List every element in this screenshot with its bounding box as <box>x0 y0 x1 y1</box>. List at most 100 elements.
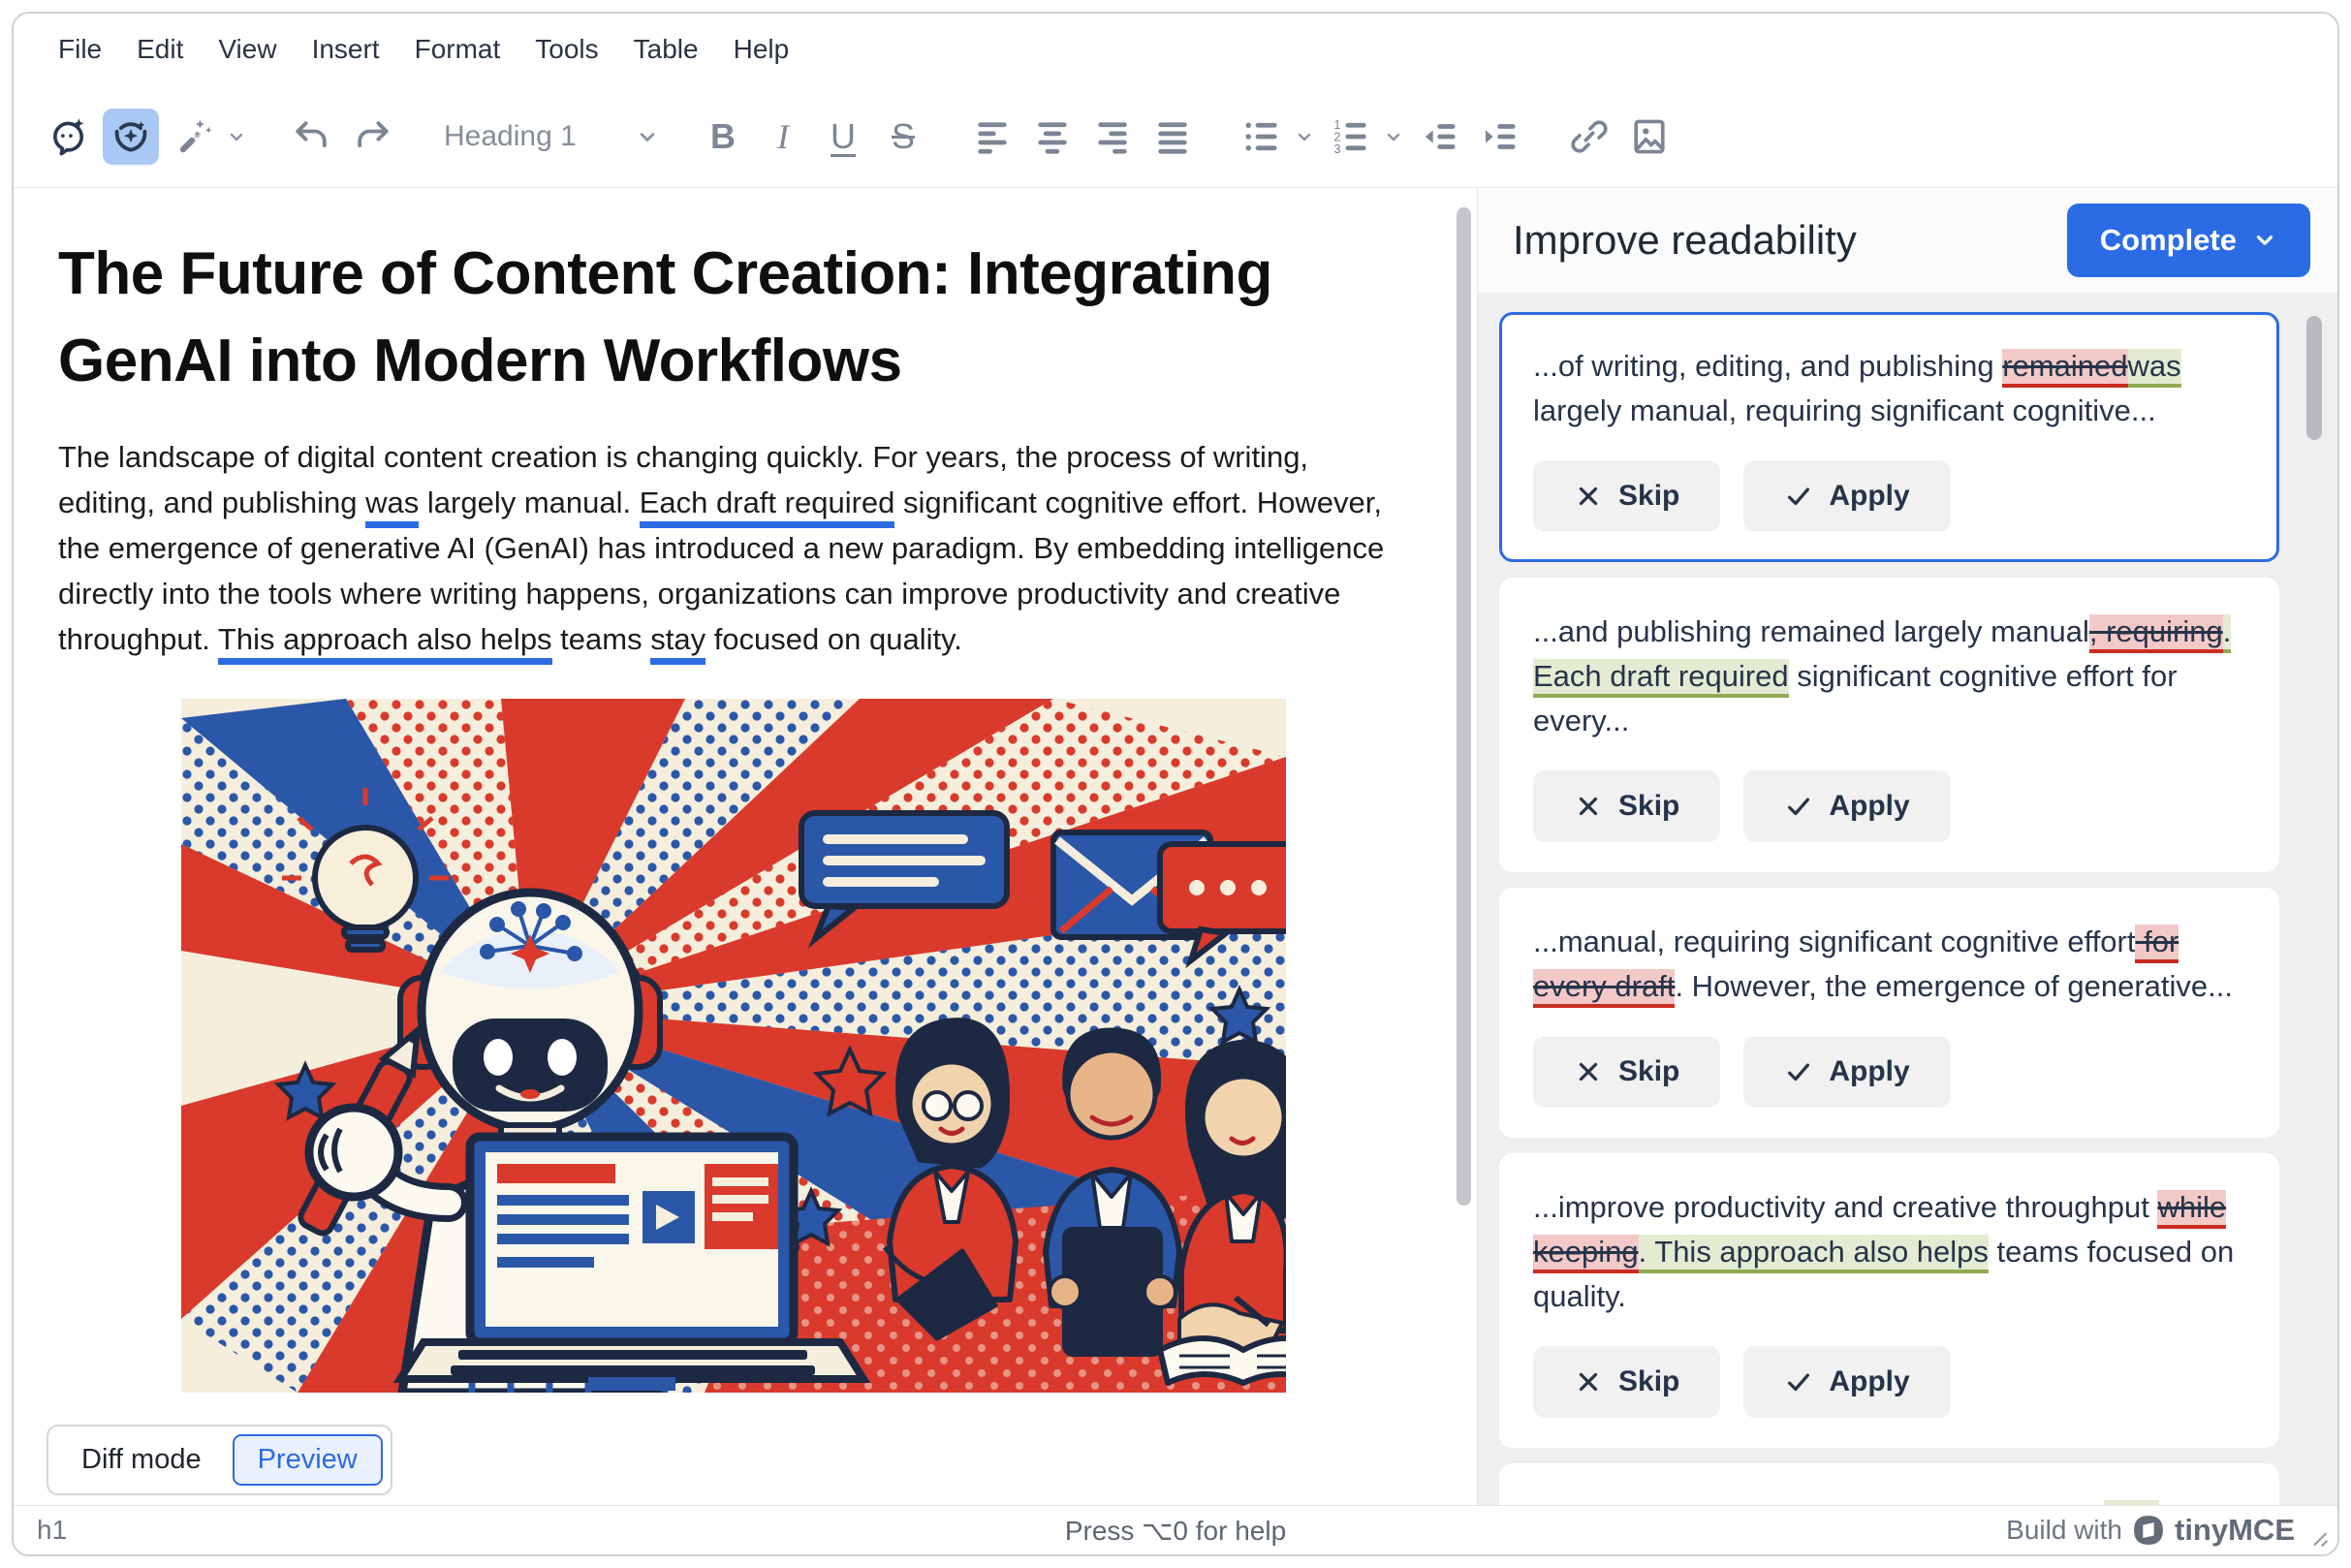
marked-text: Each draft required <box>640 486 895 528</box>
x-icon <box>1574 1057 1603 1086</box>
style-dropdown-value: Heading 1 <box>444 120 577 153</box>
tinymce-logo-icon <box>2132 1514 2165 1547</box>
menu-item-format[interactable]: Format <box>415 34 501 65</box>
document-image[interactable] <box>181 699 1286 1393</box>
check-icon <box>1784 792 1813 821</box>
menu-item-edit[interactable]: Edit <box>137 34 183 65</box>
skip-button[interactable]: Skip <box>1533 460 1720 532</box>
chevron-down-icon <box>2252 228 2277 253</box>
editor-scrollbar-thumb[interactable] <box>1457 207 1471 1206</box>
check-icon <box>1784 1057 1813 1086</box>
check-icon <box>1784 1367 1813 1396</box>
magic-wand-icon[interactable] <box>169 111 219 162</box>
suggestion-actions: Skip Apply <box>1533 770 2245 842</box>
ai-review-icon[interactable] <box>103 109 159 165</box>
align-left-icon[interactable] <box>967 111 1018 162</box>
skip-button[interactable]: Skip <box>1533 1036 1720 1108</box>
style-dropdown[interactable]: Heading 1 <box>436 120 669 153</box>
suggestion-card[interactable]: ...manual, requiring significant cogniti… <box>1499 888 2279 1138</box>
deleted-text: , requiring <box>2089 614 2223 653</box>
undo-icon[interactable] <box>287 111 337 162</box>
apply-button[interactable]: Apply <box>1743 1036 1950 1108</box>
deleted-text: remained <box>2002 349 2127 388</box>
link-icon[interactable] <box>1564 111 1614 162</box>
suggestion-list: ...of writing, editing, and publishing r… <box>1478 293 2337 1505</box>
menu-bar: File Edit View Insert Format Tools Table Help <box>14 14 2337 85</box>
screen: File Edit View Insert Format Tools Table Help <box>0 0 2351 1568</box>
apply-button[interactable]: Apply <box>1743 1346 1950 1418</box>
skip-button[interactable]: Skip <box>1533 1346 1720 1418</box>
italic-icon[interactable]: I <box>758 111 808 162</box>
suggestion-card[interactable]: ...of writing, editing, and publishing r… <box>1499 312 2279 562</box>
branding[interactable]: Build with tinyMCE <box>2006 1513 2295 1548</box>
suggestion-diff-text: ...improve productivity and creative thr… <box>1533 1185 2245 1319</box>
panel-scrollbar-thumb[interactable] <box>2306 316 2322 440</box>
chevron-down-icon[interactable] <box>225 125 248 148</box>
menu-item-file[interactable]: File <box>58 34 102 65</box>
suggestion-actions: Skip Apply <box>1533 460 2245 532</box>
document-title[interactable]: The Future of Content Creation: Integrat… <box>58 231 1409 405</box>
menu-item-table[interactable]: Table <box>634 34 699 65</box>
element-path: h1 <box>37 1515 67 1546</box>
x-icon <box>1574 792 1603 821</box>
apply-button[interactable]: Apply <box>1743 770 1950 842</box>
indent-icon[interactable] <box>1475 111 1525 162</box>
bold-icon[interactable]: B <box>698 111 748 162</box>
toolbar: Heading 1 B I U S <box>14 85 2337 188</box>
status-bar: h1 Press ⌥0 for help Build with tinyMCE <box>14 1505 2337 1554</box>
editor-window: File Edit View Insert Format Tools Table Help <box>12 12 2339 1556</box>
improve-readability-panel: Improve readability Complete ...of writi… <box>1477 188 2337 1505</box>
diff-mode-button[interactable]: Diff mode <box>56 1434 227 1486</box>
suggestion-diff-text: ...of writing, editing, and publishing r… <box>1533 344 2245 433</box>
underline-icon[interactable]: U <box>818 111 868 162</box>
chevron-down-icon <box>634 123 661 150</box>
chevron-down-icon[interactable] <box>1293 125 1316 148</box>
redo-icon[interactable] <box>347 111 397 162</box>
apply-button[interactable]: Apply <box>1743 460 1950 532</box>
svg-text:3: 3 <box>1333 141 1340 155</box>
suggestion-card[interactable]: ...improve productivity and creative thr… <box>1499 1153 2279 1448</box>
outdent-icon[interactable] <box>1415 111 1465 162</box>
menu-item-view[interactable]: View <box>218 34 276 65</box>
editor-canvas[interactable]: The Future of Content Creation: Integrat… <box>14 188 1477 1505</box>
preview-button[interactable]: Preview <box>233 1434 383 1486</box>
inserted-text: . This approach also helps <box>1639 1235 1989 1273</box>
x-icon <box>1574 482 1603 511</box>
marked-text: stay <box>650 622 705 665</box>
complete-button[interactable]: Complete <box>2067 204 2310 277</box>
chevron-down-icon[interactable] <box>1382 125 1405 148</box>
resize-grip[interactable] <box>2304 1523 2330 1549</box>
suggestion-actions: Skip Apply <box>1533 1036 2245 1108</box>
panel-title: Improve readability <box>1513 217 1857 264</box>
marked-text: This approach also helps <box>218 622 552 665</box>
justify-icon[interactable] <box>1147 111 1198 162</box>
view-mode-switch: Diff mode Preview <box>47 1425 392 1495</box>
numbered-list-icon[interactable]: 123 <box>1326 111 1376 162</box>
image-icon[interactable] <box>1624 111 1675 162</box>
check-icon <box>1784 482 1813 511</box>
strikethrough-icon[interactable]: S <box>878 111 928 162</box>
panel-header: Improve readability Complete <box>1478 188 2337 293</box>
align-right-icon[interactable] <box>1087 111 1138 162</box>
deleted-text: for every draft <box>1533 925 2179 1008</box>
suggestion-card[interactable]: ...and publishing remained largely manua… <box>1499 578 2279 872</box>
help-shortcut-text: Press ⌥0 for help <box>1065 1515 1286 1547</box>
menu-item-tools[interactable]: Tools <box>535 34 598 65</box>
skip-button[interactable]: Skip <box>1533 770 1720 842</box>
suggestion-diff-text: ...and publishing remained largely manua… <box>1533 610 2245 743</box>
marked-text: was <box>365 486 419 528</box>
ai-assistant-icon[interactable] <box>43 111 93 162</box>
suggestion-card[interactable]: ...creative throughput while keeping tea… <box>1499 1463 2279 1505</box>
suggestion-diff-text: ...creative throughput while keeping tea… <box>1533 1495 2245 1505</box>
tinymce-wordmark: tinyMCE <box>2175 1513 2295 1548</box>
main-area: The Future of Content Creation: Integrat… <box>14 188 2337 1505</box>
document-paragraph[interactable]: The landscape of digital content creatio… <box>58 434 1409 662</box>
suggestion-diff-text: ...manual, requiring significant cogniti… <box>1533 920 2245 1009</box>
x-icon <box>1574 1367 1603 1396</box>
menu-item-insert[interactable]: Insert <box>312 34 380 65</box>
suggestion-actions: Skip Apply <box>1533 1346 2245 1418</box>
inserted-text: was <box>2128 349 2181 388</box>
align-center-icon[interactable] <box>1027 111 1078 162</box>
bullet-list-icon[interactable] <box>1237 111 1287 162</box>
menu-item-help[interactable]: Help <box>734 34 790 65</box>
